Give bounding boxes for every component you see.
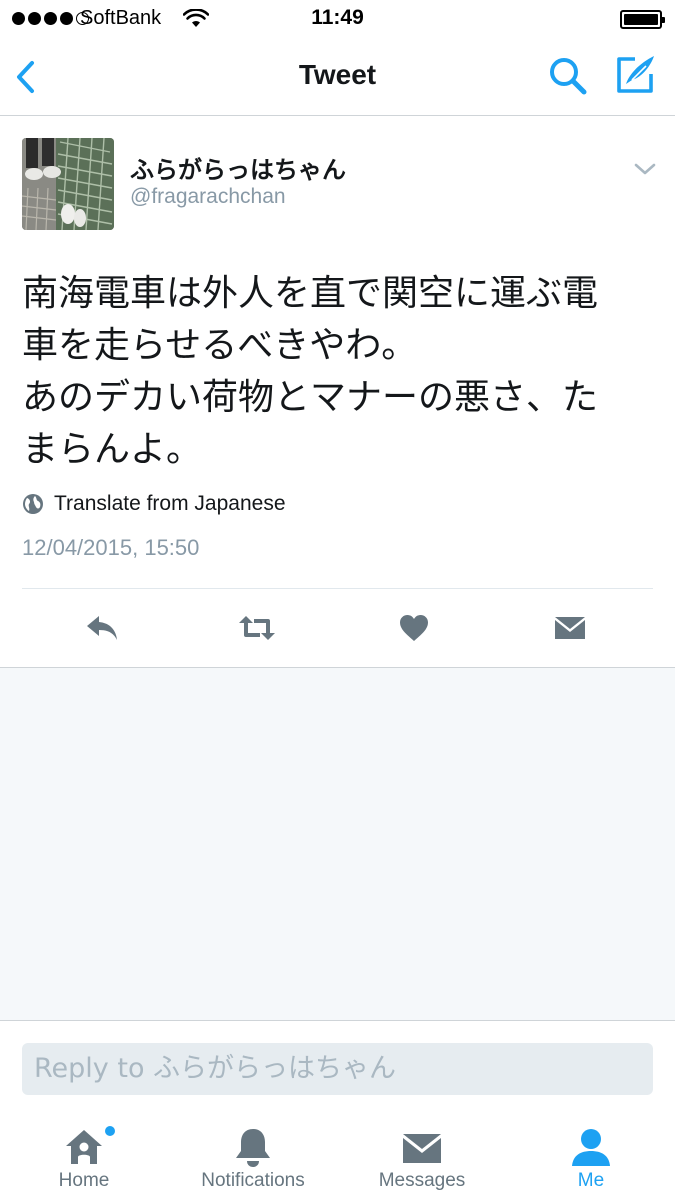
envelope-icon: [400, 1126, 444, 1170]
tab-label: Me: [577, 1170, 605, 1191]
tab-label: Notifications: [201, 1170, 305, 1191]
avatar[interactable]: [22, 138, 114, 230]
notification-badge: [105, 1126, 115, 1136]
tab-notifications[interactable]: Notifications: [169, 1108, 337, 1200]
divider: [22, 588, 653, 589]
reply-input[interactable]: Reply to ふらがらっはちゃん: [22, 1043, 653, 1095]
chevron-down-icon: [634, 163, 656, 175]
person-icon: [569, 1126, 613, 1170]
tab-me[interactable]: Me: [507, 1108, 675, 1200]
tab-bar: Home Notifications Messages Me: [0, 1108, 675, 1200]
retweet-button[interactable]: [235, 608, 279, 648]
globe-icon: [23, 494, 43, 514]
search-button[interactable]: [546, 54, 590, 98]
display-name[interactable]: ふらがらっはちゃん: [130, 150, 346, 185]
status-bar: SoftBank 11:49: [0, 0, 675, 40]
tab-messages[interactable]: Messages: [338, 1108, 506, 1200]
tweet-options-button[interactable]: [632, 158, 658, 180]
home-icon: [62, 1126, 106, 1170]
reply-button[interactable]: [80, 608, 124, 648]
replies-area: [0, 668, 675, 1020]
direct-message-button[interactable]: [548, 608, 592, 648]
tab-home[interactable]: Home: [0, 1108, 168, 1200]
translate-button[interactable]: Translate from Japanese: [22, 489, 286, 519]
tweet-text-line: 南海電車は外人を直で関空に運ぶ電: [22, 273, 599, 314]
heart-icon: [400, 615, 428, 641]
tweet-timestamp: 12/04/2015, 15:50: [22, 535, 200, 560]
retweet-icon: [239, 616, 275, 640]
reply-bar: Reply to ふらがらっはちゃん: [0, 1020, 675, 1108]
tweet-text-line: あのデカい荷物とマナーの悪さ、た: [22, 377, 599, 418]
navigation-bar: Tweet: [0, 40, 675, 116]
search-icon: [550, 58, 587, 95]
tab-label: Home: [58, 1170, 110, 1191]
tweet-text: 南海電車は外人を直で関空に運ぶ電 車を走らせるべきやわ。 あのデカい荷物とマナー…: [22, 268, 652, 476]
reply-icon: [87, 616, 117, 640]
compose-tweet-button[interactable]: [612, 52, 658, 98]
like-button[interactable]: [392, 608, 436, 648]
tweet-text-line: まらんよ。: [22, 429, 203, 470]
compose-icon: [617, 56, 654, 93]
battery-level: [624, 14, 658, 25]
battery-icon: [620, 10, 665, 29]
username-handle[interactable]: @fragarachchan: [130, 185, 286, 209]
translate-label: Translate from Japanese: [54, 492, 286, 515]
bell-icon: [231, 1126, 275, 1170]
tweet-text-line: 車を走らせるべきやわ。: [22, 325, 418, 366]
envelope-icon: [555, 617, 585, 639]
status-time: 11:49: [311, 6, 364, 29]
tab-label: Messages: [378, 1170, 466, 1191]
